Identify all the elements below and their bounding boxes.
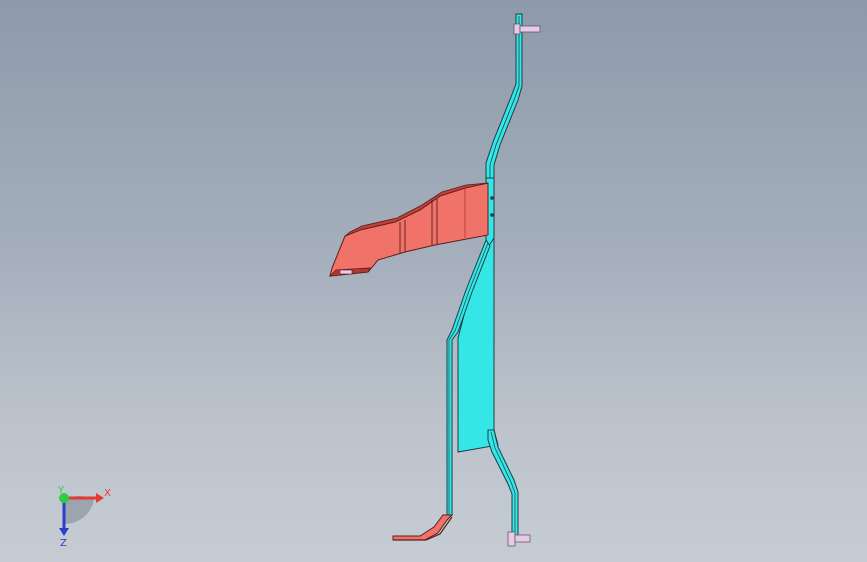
graphics-viewport[interactable]: X Z Y xyxy=(0,0,867,562)
arm-body xyxy=(329,182,489,277)
bottom-bolt-head xyxy=(507,531,516,547)
top-bolt[interactable] xyxy=(513,23,541,35)
bracket-lower-tail xyxy=(487,429,519,541)
z-axis-label: Z xyxy=(60,538,67,549)
y-axis-label: Y xyxy=(57,485,65,496)
foot-part[interactable] xyxy=(392,514,454,541)
arm-part[interactable] xyxy=(328,182,489,277)
arm-tip-slot xyxy=(339,269,353,275)
triad-shadow xyxy=(64,495,94,525)
orientation-triad: X Z Y xyxy=(57,485,111,549)
z-axis-arrow xyxy=(59,528,69,536)
bottom-bolt[interactable] xyxy=(507,531,531,547)
foot-body xyxy=(392,514,454,541)
bottom-bolt-shank xyxy=(514,534,531,543)
top-bolt-head xyxy=(513,23,521,35)
bracket-hole-1 xyxy=(490,196,494,200)
x-axis-arrow xyxy=(96,493,104,503)
bracket-hole-2 xyxy=(490,213,494,217)
bracket-part[interactable] xyxy=(446,13,523,541)
bracket-upper-strip xyxy=(485,13,523,179)
x-axis-label: X xyxy=(104,488,111,499)
top-bolt-shank xyxy=(519,25,541,33)
model-view[interactable] xyxy=(0,0,867,562)
